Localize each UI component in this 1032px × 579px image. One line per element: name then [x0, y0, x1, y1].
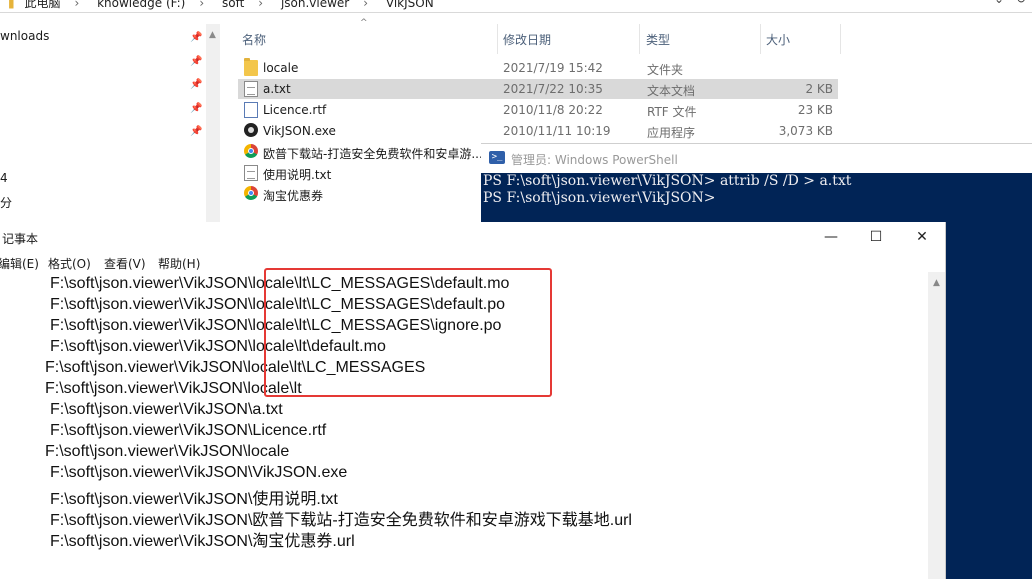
file-type: RTF 文件	[647, 105, 697, 119]
menu-view[interactable]: 查看(V)	[104, 255, 146, 272]
vertical-scrollbar[interactable]: ▲	[928, 272, 945, 579]
notepad-title: 记事本	[2, 232, 39, 246]
console-prompt[interactable]: PS F:\soft\json.viewer\VikJSON>	[483, 190, 716, 206]
column-headers: ^ 名称 修改日期 类型 大小	[222, 18, 842, 54]
column-date[interactable]: 修改日期	[503, 31, 551, 48]
chevron-right-icon: ›	[363, 0, 369, 10]
file-size: 2 KB	[805, 82, 833, 96]
breadcrumb-item[interactable]: knowledge (F:)	[97, 0, 185, 10]
file-name: Licence.rtf	[263, 103, 327, 117]
nav-item-downloads[interactable]: wnloads	[0, 29, 49, 43]
pin-icon[interactable]: 📌	[190, 57, 202, 67]
file-row-selected[interactable]: a.txt 2021/7/22 10:35 文本文档 2 KB	[238, 79, 838, 99]
highlight-box	[264, 268, 552, 397]
file-type: 文本文档	[647, 84, 696, 98]
file-name: 欧普下载站-打造安全免费软件和安卓游...	[263, 147, 483, 161]
column-divider[interactable]	[497, 24, 498, 54]
file-name: 使用说明.txt	[263, 168, 332, 182]
address-bar[interactable]: ▮ 此电脑 › knowledge (F:) › soft › json.viewer…	[0, 0, 1032, 13]
file-date: 2010/11/8 20:22	[503, 103, 603, 117]
nav-scrollbar[interactable]: ▲	[206, 24, 220, 222]
close-icon[interactable]: ✕	[899, 222, 945, 252]
menu-format[interactable]: 格式(O)	[48, 255, 91, 272]
chevron-down-icon[interactable]: ⌄	[994, 0, 1004, 6]
scroll-up-icon[interactable]: ▲	[933, 278, 940, 288]
file-size: 23 KB	[797, 103, 833, 117]
sort-ascending-icon: ^	[360, 18, 368, 28]
file-type: 应用程序	[647, 126, 696, 140]
maximize-icon[interactable]: ☐	[853, 222, 899, 252]
file-row[interactable]: Licence.rtf 2010/11/8 20:22 RTF 文件 23 KB	[238, 100, 838, 120]
pin-icon[interactable]: 📌	[190, 127, 202, 137]
pin-icon[interactable]: 📌	[190, 104, 202, 114]
text-line: F:\soft\json.viewer\VikJSON\VikJSON.exe	[50, 464, 348, 481]
url-shortcut-icon	[244, 144, 258, 158]
text-line: F:\soft\json.viewer\VikJSON\淘宝优惠券.url	[50, 533, 355, 550]
breadcrumb-item[interactable]: 此电脑	[24, 0, 60, 10]
url-shortcut-icon	[244, 186, 258, 200]
file-date: 2010/11/11 10:19	[503, 124, 611, 138]
column-name[interactable]: 名称	[242, 31, 266, 48]
text-line: F:\soft\json.viewer\VikJSON\Licence.rtf	[50, 422, 327, 439]
folder-icon	[244, 58, 258, 76]
powershell-icon: >_	[489, 151, 505, 164]
nav-item[interactable]: 4	[0, 171, 8, 185]
nav-item[interactable]: 分	[0, 194, 12, 211]
text-file-icon	[244, 81, 258, 97]
file-name: VikJSON.exe	[263, 124, 336, 138]
powershell-title: 管理员: Windows PowerShell	[511, 153, 678, 167]
scroll-up-icon[interactable]: ▲	[209, 30, 216, 40]
file-date: 2021/7/22 10:35	[503, 82, 603, 96]
minimize-icon[interactable]: —	[808, 222, 854, 252]
chevron-right-icon: ›	[258, 0, 264, 10]
breadcrumb: ▮ 此电脑 › knowledge (F:) › soft › json.viewer…	[8, 0, 440, 11]
chevron-right-icon: ›	[199, 0, 205, 10]
column-type[interactable]: 类型	[646, 31, 670, 48]
file-row[interactable]: locale 2021/7/19 15:42 文件夹	[238, 58, 838, 78]
text-line: F:\soft\json.viewer\VikJSON\locale	[45, 443, 290, 460]
file-type: 文件夹	[647, 63, 684, 77]
column-divider[interactable]	[639, 24, 640, 54]
file-size: 3,073 KB	[778, 124, 833, 138]
file-date: 2021/7/19 15:42	[503, 61, 603, 75]
refresh-icon[interactable]: ↻	[1016, 0, 1026, 6]
rtf-file-icon	[244, 102, 258, 118]
chevron-right-icon: ›	[74, 0, 80, 10]
powershell-titlebar[interactable]: >_ 管理员: Windows PowerShell	[481, 143, 1032, 173]
breadcrumb-item[interactable]: json.viewer	[281, 0, 349, 10]
file-name: a.txt	[263, 82, 291, 96]
column-divider[interactable]	[840, 24, 841, 54]
app-exe-icon	[244, 123, 258, 137]
breadcrumb-item[interactable]: soft	[222, 0, 244, 10]
menu-edit[interactable]: 编辑(E)	[0, 255, 39, 272]
pin-icon[interactable]: 📌	[190, 80, 202, 90]
notepad-titlebar[interactable]: 记事本 — ☐ ✕	[0, 222, 945, 252]
navigation-pane: wnloads 📌 📌 📌 📌 📌 4 分	[0, 13, 206, 222]
pin-icon[interactable]: 📌	[190, 33, 202, 43]
menu-help[interactable]: 帮助(H)	[158, 255, 200, 272]
breadcrumb-sep: ▮	[8, 0, 15, 10]
column-size[interactable]: 大小	[766, 31, 790, 48]
console-line: PS F:\soft\json.viewer\VikJSON> attrib /…	[483, 173, 852, 189]
file-name: 淘宝优惠券	[263, 189, 324, 203]
text-line: F:\soft\json.viewer\VikJSON\a.txt	[50, 401, 283, 418]
text-file-icon	[244, 165, 258, 181]
breadcrumb-item[interactable]: VikJSON	[386, 0, 434, 10]
column-divider[interactable]	[760, 24, 761, 54]
file-name: locale	[263, 61, 299, 75]
file-row[interactable]: VikJSON.exe 2010/11/11 10:19 应用程序 3,073 …	[238, 121, 838, 141]
